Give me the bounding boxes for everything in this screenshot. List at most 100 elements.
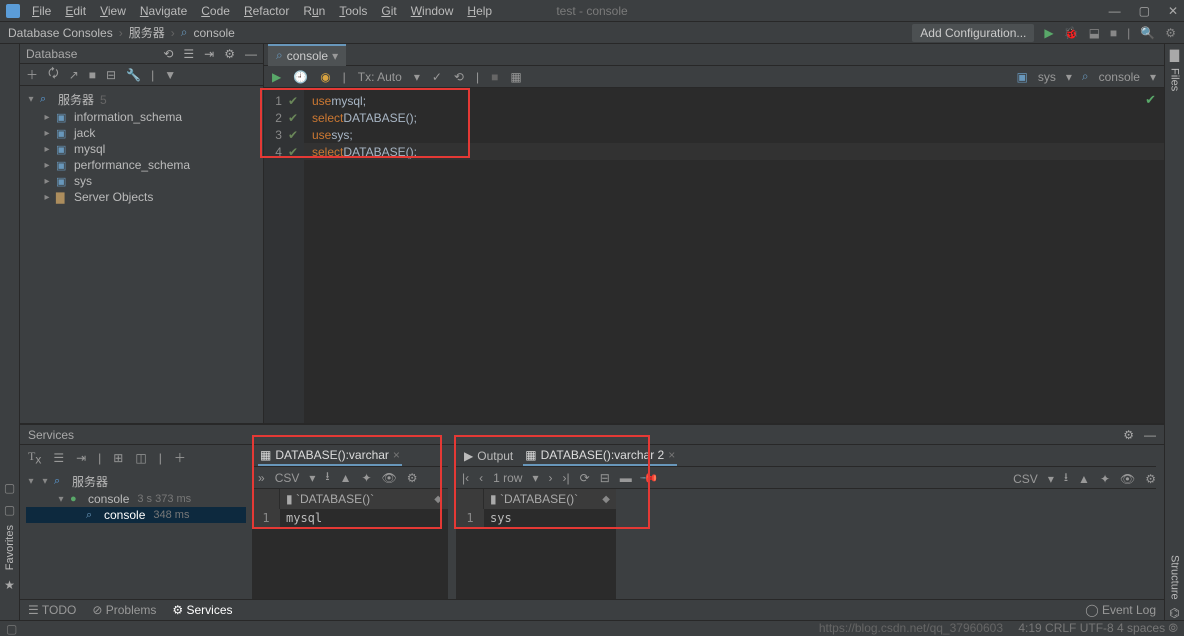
svc-tree-console-selected[interactable]: ⌕console348 ms: [26, 507, 246, 523]
chevron-right-icon[interactable]: ▸: [42, 160, 52, 171]
upload-icon[interactable]: ▲: [340, 471, 352, 485]
status-icon[interactable]: ▢: [6, 622, 17, 636]
wrench-icon[interactable]: 🔧: [126, 68, 141, 82]
chevron-right-icon[interactable]: ▸: [42, 112, 52, 123]
menu-tools[interactable]: Tools: [333, 2, 373, 20]
menu-navigate[interactable]: Navigate: [134, 2, 193, 20]
refresh-icon[interactable]: 🗘: [48, 64, 59, 85]
run-icon[interactable]: ▶: [272, 70, 281, 84]
coverage-icon[interactable]: ⬓: [1089, 26, 1100, 40]
cell-value[interactable]: mysql: [280, 509, 448, 527]
column-header[interactable]: ▮ `DATABASE()`◆: [484, 489, 616, 509]
run-icon[interactable]: ▶: [1044, 26, 1053, 40]
crumb-console[interactable]: console: [193, 26, 234, 40]
grid-icon[interactable]: ⊞: [113, 451, 123, 465]
view-icon[interactable]: ▦: [510, 70, 521, 84]
filter-icon[interactable]: ▼: [164, 68, 176, 82]
chevron-right-icon[interactable]: ▸: [42, 144, 52, 155]
delete-icon[interactable]: ▬: [620, 471, 632, 485]
pin-icon[interactable]: 📌: [639, 467, 659, 487]
chevron-down-icon[interactable]: ▾: [1048, 472, 1054, 486]
console-selector[interactable]: console: [1099, 70, 1140, 84]
code-editor[interactable]: 1✔ 2✔ 3✔ 4✔ use mysql; select DATABASE()…: [264, 88, 1164, 423]
menu-run[interactable]: Run: [297, 2, 331, 20]
tree-item-information-schema[interactable]: ▸▣information_schema: [20, 109, 263, 125]
tree-item-jack[interactable]: ▸▣jack: [20, 125, 263, 141]
tx-mode-button[interactable]: Tx: Auto: [358, 70, 402, 84]
result-tab-2[interactable]: ▦DATABASE():varchar 2×: [523, 446, 677, 466]
gear-icon[interactable]: ⚙: [1165, 26, 1176, 40]
add-icon[interactable]: ＋: [174, 449, 186, 466]
sync-icon[interactable]: ⊟: [106, 68, 116, 82]
search-icon[interactable]: 🔍: [1140, 26, 1155, 40]
explain-icon[interactable]: ◉: [320, 70, 330, 84]
menu-help[interactable]: Help: [461, 2, 498, 20]
hide-panel-icon[interactable]: —: [1144, 428, 1156, 442]
compare-icon[interactable]: ✦: [1100, 472, 1110, 486]
menu-view[interactable]: View: [94, 2, 132, 20]
more-icon[interactable]: »: [258, 471, 265, 485]
commit-icon[interactable]: ✓: [432, 70, 442, 84]
chevron-down-icon[interactable]: ▾: [1150, 70, 1156, 84]
minimize-icon[interactable]: —: [1109, 4, 1121, 18]
download-icon[interactable]: ⭳: [1064, 468, 1068, 489]
tree-item-mysql[interactable]: ▸▣mysql: [20, 141, 263, 157]
favorites-tool-button[interactable]: Favorites: [4, 525, 16, 570]
files-icon[interactable]: ▇: [1170, 48, 1179, 62]
todo-tab[interactable]: ☰ TODO: [28, 603, 76, 617]
svc-tree-root[interactable]: ▾▾⌕服务器: [26, 472, 246, 491]
gear-icon[interactable]: ⚙: [224, 47, 235, 61]
box-icon[interactable]: ▢: [4, 503, 15, 517]
event-log-button[interactable]: ◯ Event Log: [1085, 603, 1156, 617]
chevron-right-icon[interactable]: ▸: [42, 192, 52, 203]
stop-icon[interactable]: ■: [1110, 26, 1117, 40]
menu-git[interactable]: Git: [375, 2, 402, 20]
chevron-down-icon[interactable]: ▾: [40, 476, 50, 487]
hide-panel-icon[interactable]: —: [245, 47, 257, 61]
sort-icon[interactable]: ◆: [602, 494, 610, 505]
download-icon[interactable]: ⭳: [325, 467, 329, 488]
files-tool-button[interactable]: Files: [1169, 68, 1181, 91]
chevron-down-icon[interactable]: ▾: [332, 49, 338, 63]
close-tab-icon[interactable]: ×: [393, 448, 400, 462]
expand-icon[interactable]: ☰: [53, 451, 64, 465]
column-header[interactable]: ▮ `DATABASE()`◆: [280, 489, 448, 509]
sort-icon[interactable]: ◆: [434, 494, 442, 505]
maximize-icon[interactable]: ▢: [1139, 4, 1150, 18]
inspection-ok-icon[interactable]: ✔: [1145, 92, 1156, 108]
menu-refactor[interactable]: Refactor: [238, 2, 295, 20]
reload-icon[interactable]: ⟳: [580, 471, 590, 485]
star-icon[interactable]: ★: [4, 578, 15, 592]
status-info[interactable]: 4:19 CRLF UTF-8 4 spaces ⦾: [1018, 621, 1178, 635]
expand-icon[interactable]: ☰: [183, 47, 194, 61]
services-tab[interactable]: ⚙ Services: [172, 603, 232, 617]
close-tab-icon[interactable]: ×: [668, 448, 675, 462]
chevron-down-icon[interactable]: ▾: [414, 70, 420, 84]
last-page-icon[interactable]: ›|: [563, 471, 570, 485]
schema-selector[interactable]: sys: [1038, 70, 1056, 84]
next-page-icon[interactable]: ›: [549, 471, 553, 485]
prev-page-icon[interactable]: ‹: [479, 471, 483, 485]
structure-icon[interactable]: ⌬: [1169, 606, 1179, 620]
collapse-icon[interactable]: ⇥: [76, 451, 86, 465]
eye-icon[interactable]: 👁: [382, 471, 397, 485]
first-page-icon[interactable]: |‹: [462, 471, 469, 485]
cell-value[interactable]: sys: [484, 509, 616, 527]
gear-icon[interactable]: ⚙: [1123, 428, 1134, 442]
jump-icon[interactable]: ↗: [69, 68, 79, 82]
gear-icon[interactable]: ⚙: [407, 471, 418, 485]
result-tab-1[interactable]: ▦DATABASE():varchar×: [258, 446, 402, 466]
tree-item-performance-schema[interactable]: ▸▣performance_schema: [20, 157, 263, 173]
close-icon[interactable]: ✕: [1168, 4, 1178, 18]
chevron-down-icon[interactable]: ▾: [532, 471, 538, 485]
problems-tab[interactable]: ⊘ Problems: [92, 603, 156, 617]
chevron-right-icon[interactable]: ▸: [42, 128, 52, 139]
menu-window[interactable]: Window: [405, 2, 460, 20]
menu-file[interactable]: File: [26, 2, 57, 20]
crumb-server[interactable]: 服务器: [129, 24, 165, 41]
crumb-root[interactable]: Database Consoles: [8, 26, 113, 40]
tree-item-sys[interactable]: ▸▣sys: [20, 173, 263, 189]
stop-icon[interactable]: ■: [491, 70, 498, 84]
csv-dropdown[interactable]: CSV: [275, 471, 300, 485]
debug-icon[interactable]: 🐞: [1064, 26, 1079, 40]
